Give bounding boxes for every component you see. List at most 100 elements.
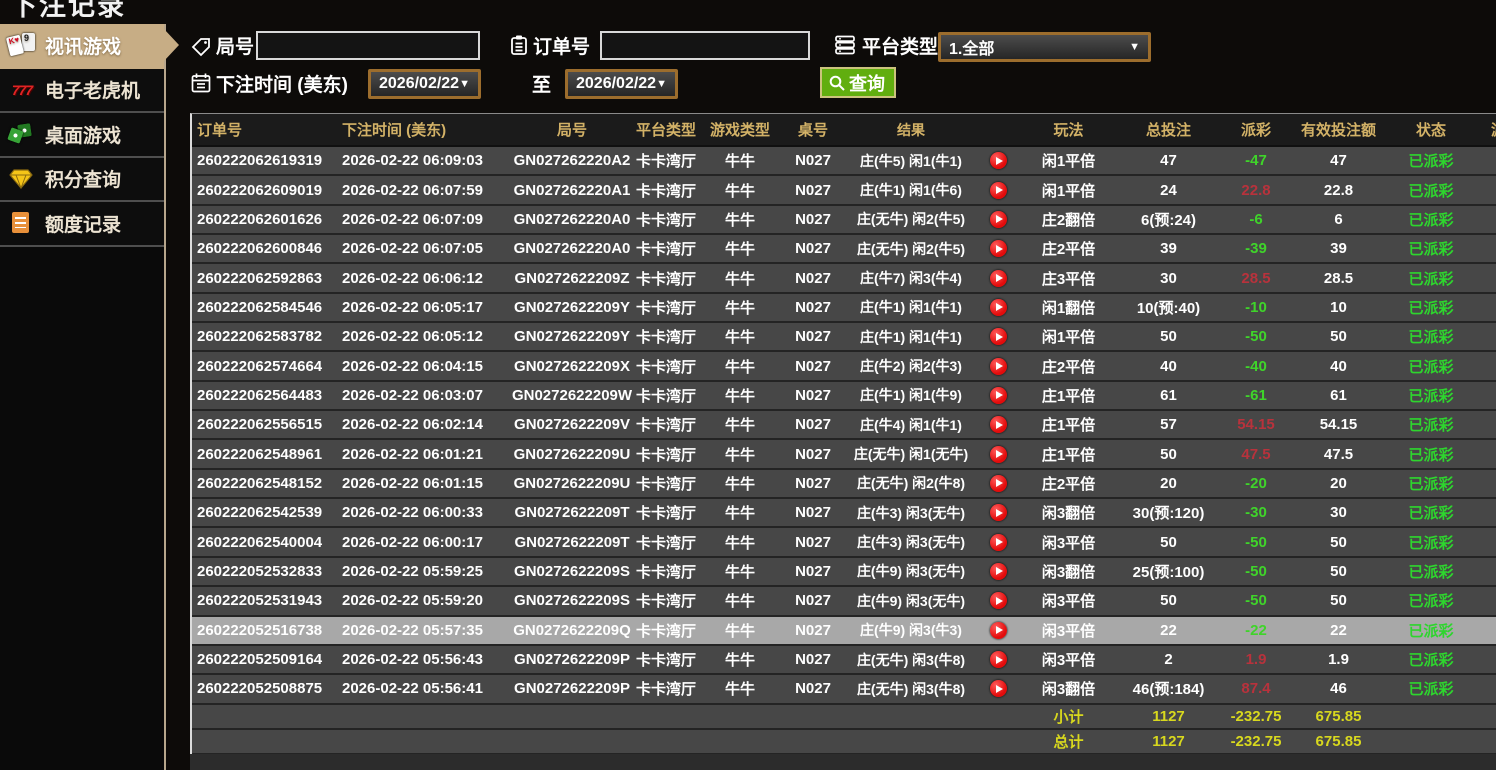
cell-result: 庄(牛1) 闲1(牛6) xyxy=(846,176,976,203)
cell-platform-type: 卡卡湾厅 xyxy=(632,411,700,438)
cell-total-bet: 25(预:100) xyxy=(1116,558,1221,585)
play-button[interactable] xyxy=(990,358,1007,375)
platform-type-value: 1.全部 xyxy=(949,35,994,59)
cell-valid-bet: 30 xyxy=(1291,499,1386,526)
table-row[interactable]: 2602220625928632026-02-22 06:06:12GN0272… xyxy=(192,264,1496,293)
play-button[interactable] xyxy=(990,680,1007,697)
cell-play-method: 庄2平倍 xyxy=(1021,470,1116,497)
platform-type-select[interactable]: 1.全部 ▼ xyxy=(938,32,1151,62)
order-number-input[interactable] xyxy=(600,31,810,60)
cell-bet-time: 2026-02-22 05:59:25 xyxy=(337,558,512,585)
cell-play-method: 闲1平倍 xyxy=(1021,323,1116,350)
cell-status: 已派彩 xyxy=(1386,206,1476,233)
cell-bet-time: 2026-02-22 06:07:05 xyxy=(337,235,512,262)
play-button[interactable] xyxy=(990,328,1007,345)
play-button[interactable] xyxy=(990,446,1007,463)
table-row[interactable]: 2602220525319432026-02-22 05:59:20GN0272… xyxy=(192,587,1496,616)
date-from-select[interactable]: 2026/02/22 ▼ xyxy=(368,69,481,99)
table-row[interactable]: 2602220525167382026-02-22 05:57:35GN0272… xyxy=(192,617,1496,646)
cell-game xyxy=(1476,176,1496,203)
cell-valid-bet: 22.8 xyxy=(1291,176,1386,203)
sidebar-item-table-games[interactable]: 桌面游戏 xyxy=(0,113,164,158)
cell-play-method: 闲1平倍 xyxy=(1021,147,1116,174)
cell-round-id: GN0272622209T xyxy=(512,499,632,526)
slot-777-icon: 777 xyxy=(8,77,36,103)
table-row[interactable]: 2602220626008462026-02-22 06:07:05GN0272… xyxy=(192,235,1496,264)
table-row[interactable]: 2602220625400042026-02-22 06:00:17GN0272… xyxy=(192,528,1496,557)
cell-status: 已派彩 xyxy=(1386,352,1476,379)
play-button[interactable] xyxy=(990,299,1007,316)
playing-cards-icon: 9K♥ xyxy=(8,32,36,58)
sidebar-item-points-query[interactable]: 积分查询 xyxy=(0,158,164,203)
chevron-down-icon: ▼ xyxy=(656,78,667,90)
play-button[interactable] xyxy=(990,563,1007,580)
cell-valid-bet: 6 xyxy=(1291,206,1386,233)
cell-game xyxy=(1476,470,1496,497)
cell-valid-bet: 20 xyxy=(1291,470,1386,497)
table-row[interactable]: 2602220625489612026-02-22 06:01:21GN0272… xyxy=(192,440,1496,469)
play-button[interactable] xyxy=(990,270,1007,287)
cell-total-bet: 39 xyxy=(1116,235,1221,262)
table-row[interactable]: 2602220626193192026-02-22 06:09:03GN0272… xyxy=(192,147,1496,176)
sidebar-item-label: 视讯游戏 xyxy=(45,32,121,59)
play-button[interactable] xyxy=(990,387,1007,404)
table-row[interactable]: 2602220625746642026-02-22 06:04:15GN0272… xyxy=(192,352,1496,381)
table-row[interactable]: 2602220525328332026-02-22 05:59:25GN0272… xyxy=(192,558,1496,587)
cell-table-no xyxy=(780,705,846,728)
table-row[interactable]: 2602220525088752026-02-22 05:56:41GN0272… xyxy=(192,675,1496,704)
cell-table-no: N027 xyxy=(780,382,846,409)
play-button-cell xyxy=(976,206,1021,233)
table-row[interactable]: 2602220626090192026-02-22 06:07:59GN0272… xyxy=(192,176,1496,205)
play-button-cell xyxy=(976,730,1021,753)
cell-platform-type: 卡卡湾厅 xyxy=(632,352,700,379)
cell-result: 庄(无牛) 闲3(牛8) xyxy=(846,646,976,673)
play-button[interactable] xyxy=(990,622,1007,639)
play-button[interactable] xyxy=(990,152,1007,169)
table-row[interactable]: 2602220625837822026-02-22 06:05:12GN0272… xyxy=(192,323,1496,352)
cell-game xyxy=(1476,147,1496,174)
cell-table-no: N027 xyxy=(780,470,846,497)
table-row[interactable]: 2602220625565152026-02-22 06:02:14GN0272… xyxy=(192,411,1496,440)
cell-bet-time: 2026-02-22 05:56:43 xyxy=(337,646,512,673)
cell-round-id: GN0272622209U xyxy=(512,470,632,497)
cell-total-bet: 22 xyxy=(1116,617,1221,644)
table-row[interactable]: 2602220625644832026-02-22 06:03:07GN0272… xyxy=(192,382,1496,411)
column-header: 平台类型 xyxy=(632,114,700,145)
table-row[interactable]: 2602220525091642026-02-22 05:56:43GN0272… xyxy=(192,646,1496,675)
cell-total-bet: 20 xyxy=(1116,470,1221,497)
cell-valid-bet: 40 xyxy=(1291,352,1386,379)
cell-result: 庄(牛3) 闲3(无牛) xyxy=(846,499,976,526)
play-button[interactable] xyxy=(990,534,1007,551)
play-button[interactable] xyxy=(990,211,1007,228)
table-row[interactable]: 2602220625845462026-02-22 06:05:17GN0272… xyxy=(192,294,1496,323)
play-button[interactable] xyxy=(990,592,1007,609)
cell-bet-time: 2026-02-22 05:59:20 xyxy=(337,587,512,614)
play-button[interactable] xyxy=(990,240,1007,257)
cell-status: 已派彩 xyxy=(1386,617,1476,644)
play-button-cell xyxy=(976,264,1021,291)
cell-game xyxy=(1476,294,1496,321)
play-button[interactable] xyxy=(990,416,1007,433)
table-row[interactable]: 2602220625481522026-02-22 06:01:15GN0272… xyxy=(192,470,1496,499)
play-button[interactable] xyxy=(990,651,1007,668)
round-number-input[interactable] xyxy=(256,31,480,60)
sidebar-item-slots[interactable]: 777 电子老虎机 xyxy=(0,69,164,114)
search-button[interactable]: 查询 xyxy=(820,67,896,98)
play-button[interactable] xyxy=(990,475,1007,492)
cell-order-id: 260222062601626 xyxy=(192,206,337,233)
cell-play-method: 庄1平倍 xyxy=(1021,411,1116,438)
cell-result: 庄(牛9) 闲3(牛3) xyxy=(846,617,976,644)
play-button[interactable] xyxy=(990,182,1007,199)
sidebar-item-quota-records[interactable]: 额度记录 xyxy=(0,202,164,247)
sidebar-item-video-games[interactable]: 9K♥ 视讯游戏 xyxy=(0,24,164,69)
cell-platform-type: 卡卡湾厅 xyxy=(632,528,700,555)
table-row[interactable]: 2602220625425392026-02-22 06:00:33GN0272… xyxy=(192,499,1496,528)
play-button[interactable] xyxy=(990,504,1007,521)
cell-result: 庄(牛4) 闲1(牛1) xyxy=(846,411,976,438)
table-row[interactable]: 2602220626016262026-02-22 06:07:09GN0272… xyxy=(192,206,1496,235)
cell-table-no: N027 xyxy=(780,646,846,673)
cell-status: 已派彩 xyxy=(1386,587,1476,614)
cell-table-no: N027 xyxy=(780,147,846,174)
date-to-select[interactable]: 2026/02/22 ▼ xyxy=(565,69,678,99)
cell-valid-bet: 61 xyxy=(1291,382,1386,409)
